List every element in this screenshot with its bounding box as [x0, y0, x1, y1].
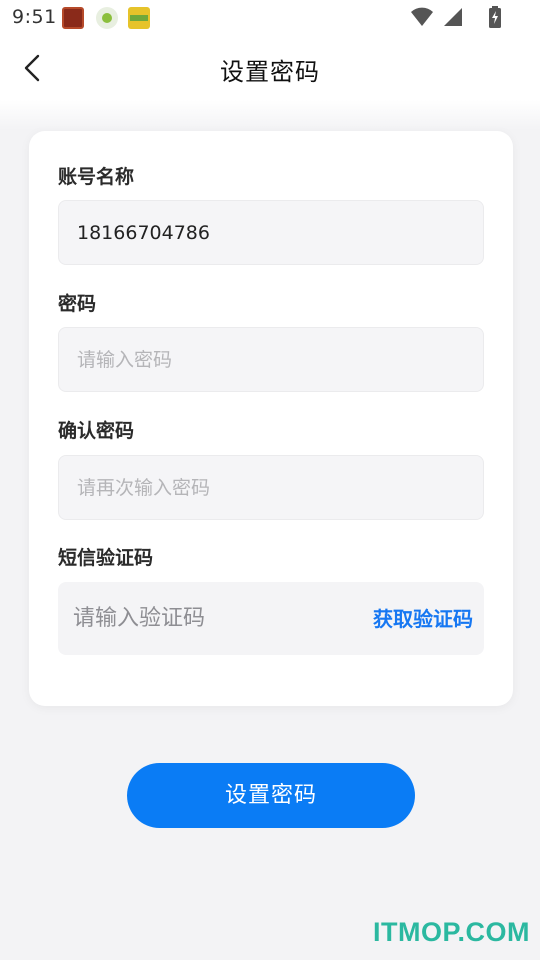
account-field[interactable]: [58, 200, 484, 265]
watermark: ITMOP.COM: [372, 917, 530, 947]
password-input[interactable]: [77, 328, 467, 391]
app-notification-icon-2: [96, 7, 118, 29]
header-divider: [0, 100, 540, 130]
password-label: 密码: [58, 293, 97, 315]
signal-icon: [444, 8, 462, 26]
sms-code-input[interactable]: [73, 582, 353, 655]
confirm-password-input[interactable]: [77, 456, 467, 519]
form-card: 账号名称 密码 确认密码 短信验证码 获取验证码: [29, 131, 513, 706]
header: 设置密码: [0, 36, 540, 100]
app-notification-icon-3: [128, 7, 150, 29]
password-field[interactable]: [58, 327, 484, 392]
status-time: 9:51: [12, 6, 57, 28]
status-bar: 9:51: [0, 0, 540, 36]
account-label: 账号名称: [58, 166, 135, 188]
confirm-password-label: 确认密码: [58, 420, 135, 442]
confirm-password-field[interactable]: [58, 455, 484, 520]
set-password-button[interactable]: 设置密码: [127, 763, 415, 828]
account-input[interactable]: [77, 201, 467, 264]
sms-code-label: 短信验证码: [58, 547, 154, 569]
get-code-button[interactable]: 获取验证码: [373, 603, 473, 632]
sms-code-field[interactable]: 获取验证码: [58, 582, 484, 655]
battery-charging-icon: [489, 6, 501, 28]
page-title: 设置密码: [220, 58, 320, 86]
wifi-icon: [411, 7, 433, 26]
app-notification-icon-1: [62, 7, 84, 29]
